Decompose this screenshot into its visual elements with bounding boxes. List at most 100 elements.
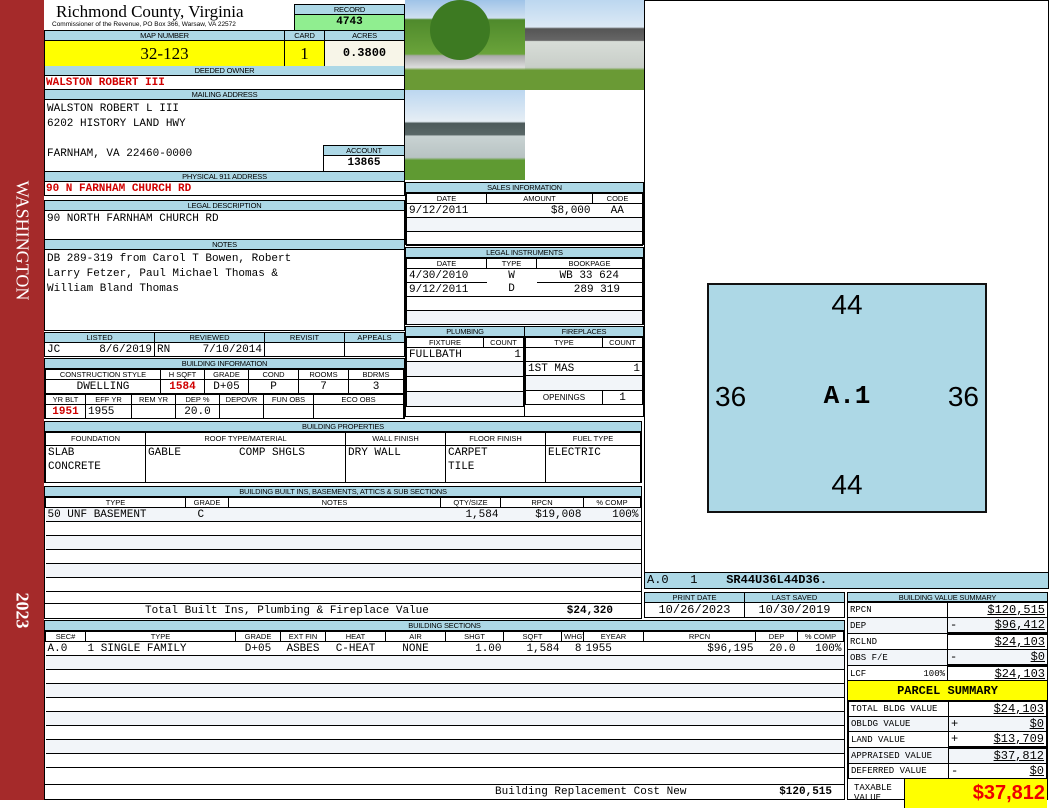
fireplaces-label: FIREPLACES xyxy=(525,327,643,337)
empty-row xyxy=(45,521,641,536)
summary-label: APPRAISED VALUE xyxy=(851,750,933,761)
col-listed: LISTED xyxy=(44,332,155,343)
summary-percent: 100% xyxy=(923,668,945,679)
plumbing-panel: PLUMBING FIXTURE COUNT FULLBATH 1 xyxy=(405,326,525,417)
builtin-cell xyxy=(228,507,441,522)
roof: GABLE COMP SHGLS xyxy=(145,444,346,484)
builtins-panel: BUILDING BUILT INS, BASEMENTS, ATTICS & … xyxy=(44,486,642,619)
sketch-vector-row: A.0 1 SR44U36L44D36. xyxy=(644,572,1049,589)
listing-panel: LISTED REVIEWED REVISIT APPEALS JC 8/6/2019 R… xyxy=(44,332,405,357)
building-sections-label: BUILDING SECTIONS xyxy=(45,621,844,631)
sales-label: SALES INFORMATION xyxy=(406,183,643,193)
section-cell: D+05 xyxy=(244,642,272,655)
legal-description-label: LEGAL DESCRIPTION xyxy=(45,201,404,211)
sections-total-row: Building Replacement Cost New $120,515 xyxy=(45,784,844,799)
account-number: 13865 xyxy=(347,157,381,169)
building-info-value: 1584 xyxy=(160,379,205,394)
property-photo[interactable] xyxy=(405,90,525,180)
listed-date: 8/6/2019 xyxy=(99,343,152,356)
taxable-label: TAXABLE VALUE xyxy=(854,783,892,803)
builtin-cell: 1,584 xyxy=(440,507,501,522)
empty-row xyxy=(45,753,844,768)
foundation: SLAB CONCRETE xyxy=(45,444,146,484)
summary-amount: $24,103 xyxy=(993,702,1044,716)
dates-panel: PRINT DATE LAST SAVED 10/26/2023 10/30/201… xyxy=(644,592,845,618)
appeals xyxy=(344,342,405,357)
summary-key: DEFERRED VALUE xyxy=(848,763,949,779)
floor-finish: TILE xyxy=(448,460,475,473)
col-header: BDRMS xyxy=(348,369,404,380)
floor: CARPET TILE xyxy=(445,444,546,484)
sketch-section[interactable]: 44 44 36 36 A.1 xyxy=(707,283,987,513)
sales-panel: SALES INFORMATION DATE AMOUNT CODE 9/12/20… xyxy=(405,182,644,246)
empty-row xyxy=(45,683,844,698)
summary-label: TOTAL BLDG VALUE xyxy=(851,704,938,714)
builtins-total-label: Total Built Ins, Plumbing & Fireplace Va… xyxy=(145,605,429,617)
section-cell: 1.00 xyxy=(475,642,502,655)
col-header: GRADE xyxy=(204,369,249,380)
summary-value: $24,103 xyxy=(948,701,1047,717)
empty-row xyxy=(45,655,844,670)
col-header: EYEAR xyxy=(583,631,644,642)
summary-amount: $96,412 xyxy=(994,618,1045,633)
section-cell: A.0 xyxy=(47,642,68,655)
property-photo[interactable] xyxy=(405,0,525,90)
summary-amount: $0 xyxy=(1029,764,1044,778)
summary-key: OBS F/E xyxy=(847,649,948,666)
note-line: Larry Fetzer, Paul Michael Thomas & xyxy=(47,268,279,280)
print-date-label: PRINT DATE xyxy=(644,592,745,603)
summary-sign: - xyxy=(950,650,958,665)
col-header: GRADE xyxy=(185,497,229,508)
empty-cell xyxy=(45,739,844,754)
col-header: DEP % xyxy=(175,394,220,405)
roof-type: GABLE xyxy=(148,446,182,459)
mailing-line: WALSTON ROBERT L III xyxy=(47,103,180,115)
account-box: ACCOUNT 13865 xyxy=(323,145,404,171)
summary-key: RPCN xyxy=(847,602,948,618)
empty-row xyxy=(406,376,524,392)
summary-amount: $0 xyxy=(1029,717,1044,731)
col-roof: ROOF TYPE/MATERIAL xyxy=(145,432,346,446)
reviewed-by: RN xyxy=(157,343,171,356)
col-header: REM YR xyxy=(131,394,176,405)
empty-cell xyxy=(45,535,641,550)
building-info-value xyxy=(313,404,404,419)
summary-value: - $0 xyxy=(948,763,1047,779)
empty-row xyxy=(406,217,643,232)
empty-row xyxy=(45,577,641,592)
map-number: 32-123 xyxy=(45,41,284,66)
col-fuel: FUEL TYPE xyxy=(545,432,641,446)
property-photo[interactable] xyxy=(525,0,644,90)
listed: JC 8/6/2019 xyxy=(44,342,155,357)
summary-row: OBLDG VALUE + $0 xyxy=(848,716,1047,732)
col-header: CONSTRUCTION STYLE xyxy=(45,369,161,380)
col-header: H SQFT xyxy=(160,369,205,380)
foundation-value: SLAB xyxy=(48,446,75,459)
notes: DB 289-319 from Carol T Bowen, Robert La… xyxy=(45,250,404,299)
instrument-row: 4/30/2010 W WB 33 624 xyxy=(406,268,643,283)
record-value: 4743 xyxy=(295,15,404,30)
empty-row xyxy=(406,231,643,246)
summary-key: LAND VALUE xyxy=(848,731,949,748)
summary-value: + $13,709 xyxy=(948,731,1047,748)
county-subtitle: Commissioner of the Revenue, PO Box 366,… xyxy=(52,21,236,28)
summary-label: RPCN xyxy=(850,605,872,615)
openings-count: 1 xyxy=(602,390,643,405)
taxable-value: $37,812 xyxy=(904,779,1047,808)
builtins-label: BUILDING BUILT INS, BASEMENTS, ATTICS & … xyxy=(45,487,641,497)
col-header: HEAT xyxy=(325,631,386,642)
building-info-value: 20.0 xyxy=(175,404,220,419)
summary-key: OBLDG VALUE xyxy=(848,716,949,732)
builtin-cell: 50 UNF BASEMENT xyxy=(45,507,186,522)
sales-row: 9/12/2011 $8,000 AA xyxy=(406,203,643,218)
summary-amount: $120,515 xyxy=(987,603,1045,617)
building-info-value: 7 xyxy=(298,379,349,394)
section-cell: 100% xyxy=(815,642,842,655)
empty-cell xyxy=(45,655,844,670)
building-properties-panel: BUILDING PROPERTIES FOUNDATION ROOF TYPE/… xyxy=(44,421,642,484)
instrument-bookpage: WB 33 624 xyxy=(536,268,643,283)
col-header: RPCN xyxy=(643,631,756,642)
card-number: 1 xyxy=(285,41,324,66)
revisit xyxy=(264,342,345,357)
fixture-count: 1 xyxy=(483,347,524,362)
